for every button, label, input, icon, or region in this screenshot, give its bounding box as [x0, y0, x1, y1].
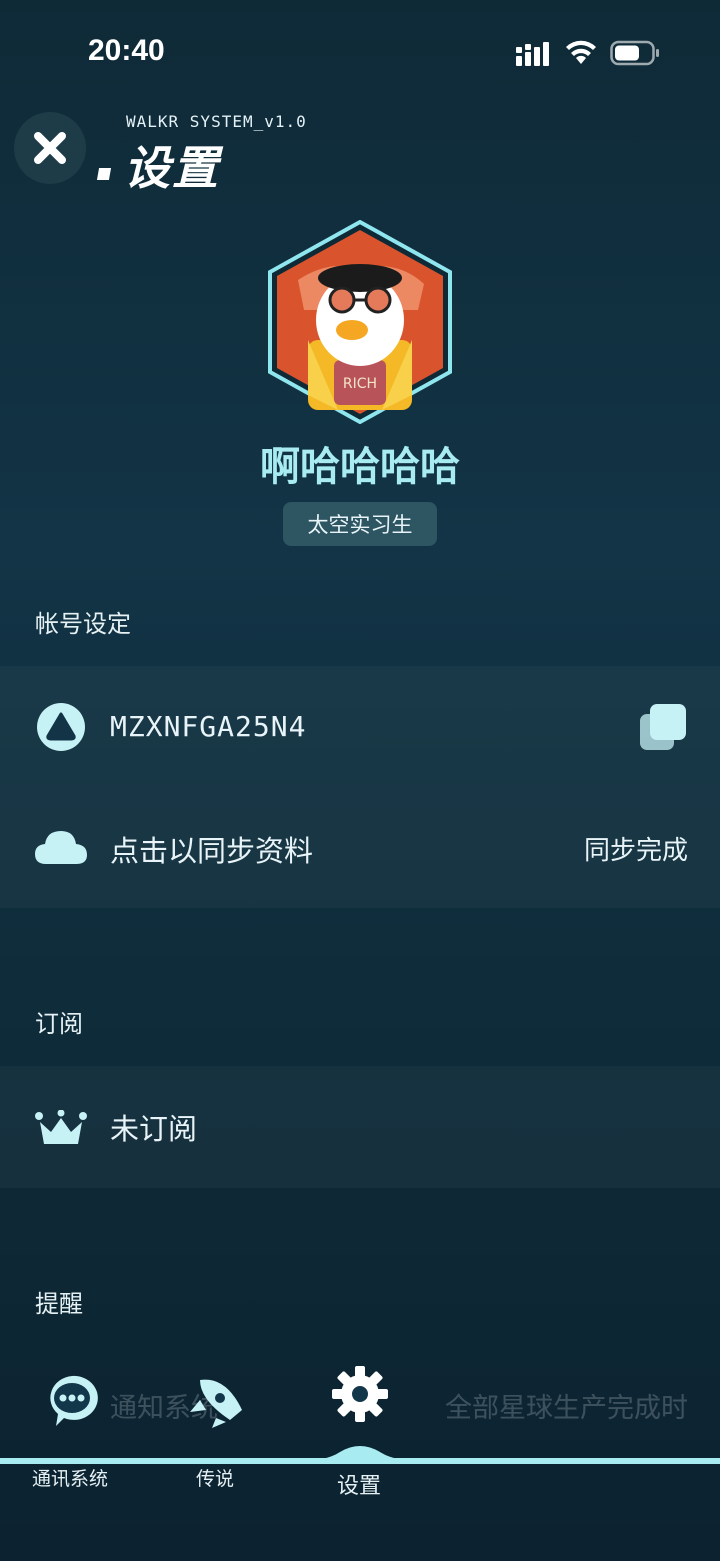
- sync-label: 点击以同步资料: [110, 834, 314, 868]
- status-time: 20:40: [88, 34, 165, 67]
- wifi-icon: [566, 40, 596, 64]
- title-dot-decoration: [96, 168, 112, 180]
- close-button[interactable]: [14, 112, 86, 184]
- reminder-section-label: 提醒: [35, 1290, 83, 1318]
- cloud-icon: [35, 831, 87, 864]
- tab-settings[interactable]: 设置: [318, 1360, 402, 1500]
- avatar[interactable]: RICH: [268, 220, 452, 424]
- tab-settings-label: 设置: [337, 1474, 382, 1499]
- sync-status: 同步完成: [583, 836, 688, 866]
- battery-icon: [610, 40, 659, 66]
- system-version-label: WALKR SYSTEM_v1.0: [126, 112, 307, 131]
- close-icon: [34, 132, 66, 164]
- notification-value: 全部星球生产完成时: [445, 1393, 688, 1424]
- sync-row[interactable]: 点击以同步资料 同步完成: [0, 808, 720, 888]
- crown-icon: [35, 1110, 87, 1144]
- tab-legend-label: 传说: [196, 1468, 235, 1490]
- tab-communication-label: 通讯系统: [32, 1468, 109, 1490]
- avatar-caption: RICH: [343, 376, 377, 392]
- subscription-section-label: 订阅: [35, 1010, 83, 1038]
- copy-icon[interactable]: [638, 702, 688, 752]
- account-section-label: 帐号设定: [35, 610, 131, 638]
- rocket-icon: [190, 1379, 242, 1428]
- gear-icon: [332, 1366, 388, 1422]
- page-title: 设置: [124, 141, 220, 195]
- subscription-panel[interactable]: 未订阅: [0, 1066, 720, 1188]
- rank-badge: 太空实习生: [283, 502, 437, 546]
- chat-bubble-icon: [50, 1375, 98, 1426]
- username: 啊哈哈哈哈: [260, 444, 460, 490]
- cellular-signal-icon: [516, 42, 549, 66]
- account-triangle-icon: [37, 703, 85, 751]
- account-id: MZXNFGA25N4: [110, 710, 307, 743]
- subscription-status: 未订阅: [110, 1112, 198, 1146]
